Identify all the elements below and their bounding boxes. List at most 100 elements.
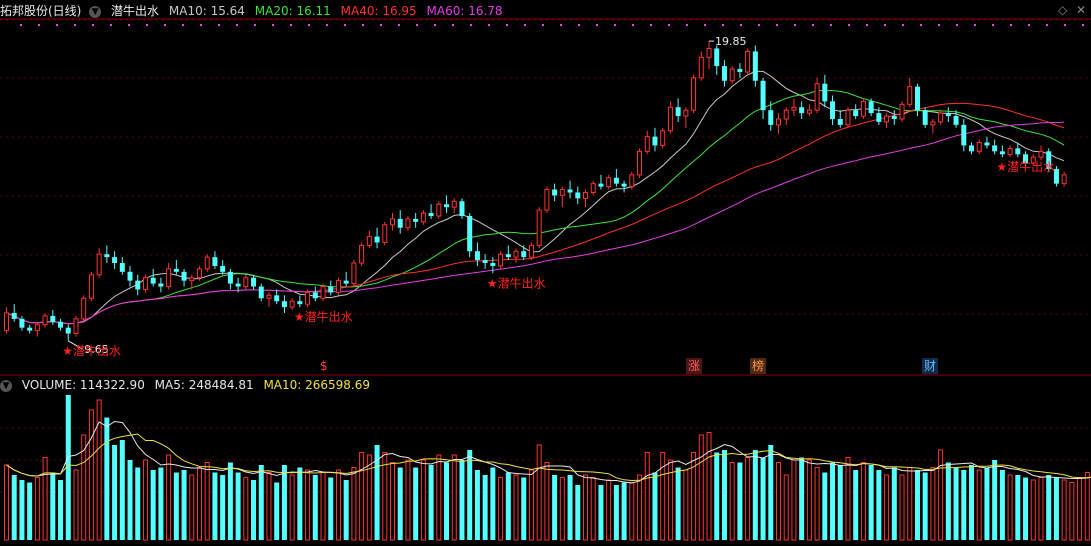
volume-bar — [1069, 482, 1075, 541]
top-dot — [578, 24, 580, 26]
candle-body — [752, 51, 758, 81]
volume-bar — [559, 477, 565, 541]
top-dot — [1082, 24, 1084, 26]
top-dot — [290, 24, 292, 26]
top-dot — [758, 24, 760, 26]
candle-body — [150, 277, 156, 284]
top-dot — [704, 24, 706, 26]
volume-bar — [204, 462, 210, 541]
top-dot — [164, 24, 166, 26]
candle-body — [19, 318, 25, 328]
volume-bar — [58, 480, 64, 540]
candle-body — [806, 109, 812, 114]
volume-bar — [745, 457, 751, 541]
top-dot — [1046, 24, 1048, 26]
candle-body — [96, 253, 102, 276]
candle-body — [938, 112, 944, 123]
top-dot — [38, 24, 40, 26]
candle-body — [907, 86, 913, 105]
candle-body — [173, 268, 179, 272]
volume-bar — [729, 462, 735, 541]
volume-bar — [189, 474, 195, 541]
volume-bar — [1007, 474, 1013, 541]
volume-bar — [907, 467, 913, 541]
volume-bar — [845, 457, 851, 541]
candle-body — [721, 66, 727, 81]
top-dot — [524, 24, 526, 26]
candle-body — [243, 277, 249, 288]
volume-bar — [498, 477, 504, 541]
volume-bar — [536, 444, 542, 541]
candle-body — [166, 268, 172, 288]
limit-up-marker[interactable]: 涨 — [686, 358, 703, 374]
top-dot — [992, 24, 994, 26]
candle-body — [343, 280, 349, 284]
candle-body — [737, 69, 743, 72]
candle-body — [776, 118, 781, 126]
dividend-marker[interactable]: $ — [318, 358, 330, 374]
volume-bar — [335, 469, 341, 541]
top-dot — [1028, 24, 1030, 26]
volume-bar — [945, 462, 951, 540]
volume-bar — [104, 417, 110, 540]
candle-body — [335, 280, 341, 293]
candle-body — [853, 110, 859, 117]
top-dot — [812, 24, 814, 26]
volume-bar — [922, 472, 928, 540]
volume-bar — [528, 469, 534, 541]
ma40-line — [6, 102, 1065, 325]
candle-body — [498, 253, 504, 267]
candle-body — [660, 130, 666, 146]
top-dot — [794, 24, 796, 26]
volume-bar — [938, 449, 944, 541]
candle-body — [567, 189, 573, 193]
candle-body — [830, 101, 836, 119]
volume-bar — [50, 472, 56, 540]
signal-label: ★潜牛出水 — [996, 159, 1055, 174]
candle-body — [127, 271, 133, 281]
top-dot — [146, 24, 148, 26]
ranking-marker[interactable]: 榜 — [750, 358, 767, 374]
candle-body — [266, 294, 272, 299]
volume-bar — [1061, 479, 1067, 541]
candle-body — [289, 300, 295, 308]
candle-body — [397, 218, 403, 228]
candle-body — [961, 124, 967, 146]
top-dot — [542, 24, 544, 26]
volume-bar — [88, 409, 94, 541]
top-dot — [182, 24, 184, 26]
volume-bar — [1077, 477, 1083, 541]
volume-bar — [19, 480, 25, 540]
top-dot — [218, 24, 220, 26]
volume-bar — [776, 462, 781, 541]
top-dot — [722, 24, 724, 26]
top-dot — [596, 24, 598, 26]
volume-bar — [961, 470, 967, 540]
top-dot — [956, 24, 958, 26]
candlestick-chart[interactable]: 19.859.65★潜牛出水★潜牛出水★潜牛出水★潜牛出水 — [0, 0, 1091, 546]
candle-body — [667, 106, 673, 132]
top-dot — [776, 24, 778, 26]
candle-body — [513, 250, 519, 258]
candle-body — [204, 256, 210, 270]
candle-body — [559, 189, 565, 196]
top-dot — [20, 24, 22, 26]
top-dot — [452, 24, 454, 26]
volume-bar — [420, 459, 426, 541]
candle-body — [590, 183, 596, 193]
candle-body — [876, 113, 882, 122]
top-dot — [236, 24, 238, 26]
volume-bar — [405, 459, 411, 541]
top-dot — [668, 24, 670, 26]
volume-bar — [884, 474, 890, 541]
finance-marker[interactable]: 财 — [922, 358, 939, 374]
candle-body — [505, 254, 511, 258]
candle-body — [359, 244, 365, 264]
volume-bar — [899, 474, 905, 541]
top-dot — [308, 24, 310, 26]
volume-bar — [73, 469, 79, 541]
volume-bar — [521, 477, 527, 540]
volume-bar — [953, 467, 959, 540]
volume-bar — [814, 467, 820, 541]
candle-body — [528, 244, 534, 258]
